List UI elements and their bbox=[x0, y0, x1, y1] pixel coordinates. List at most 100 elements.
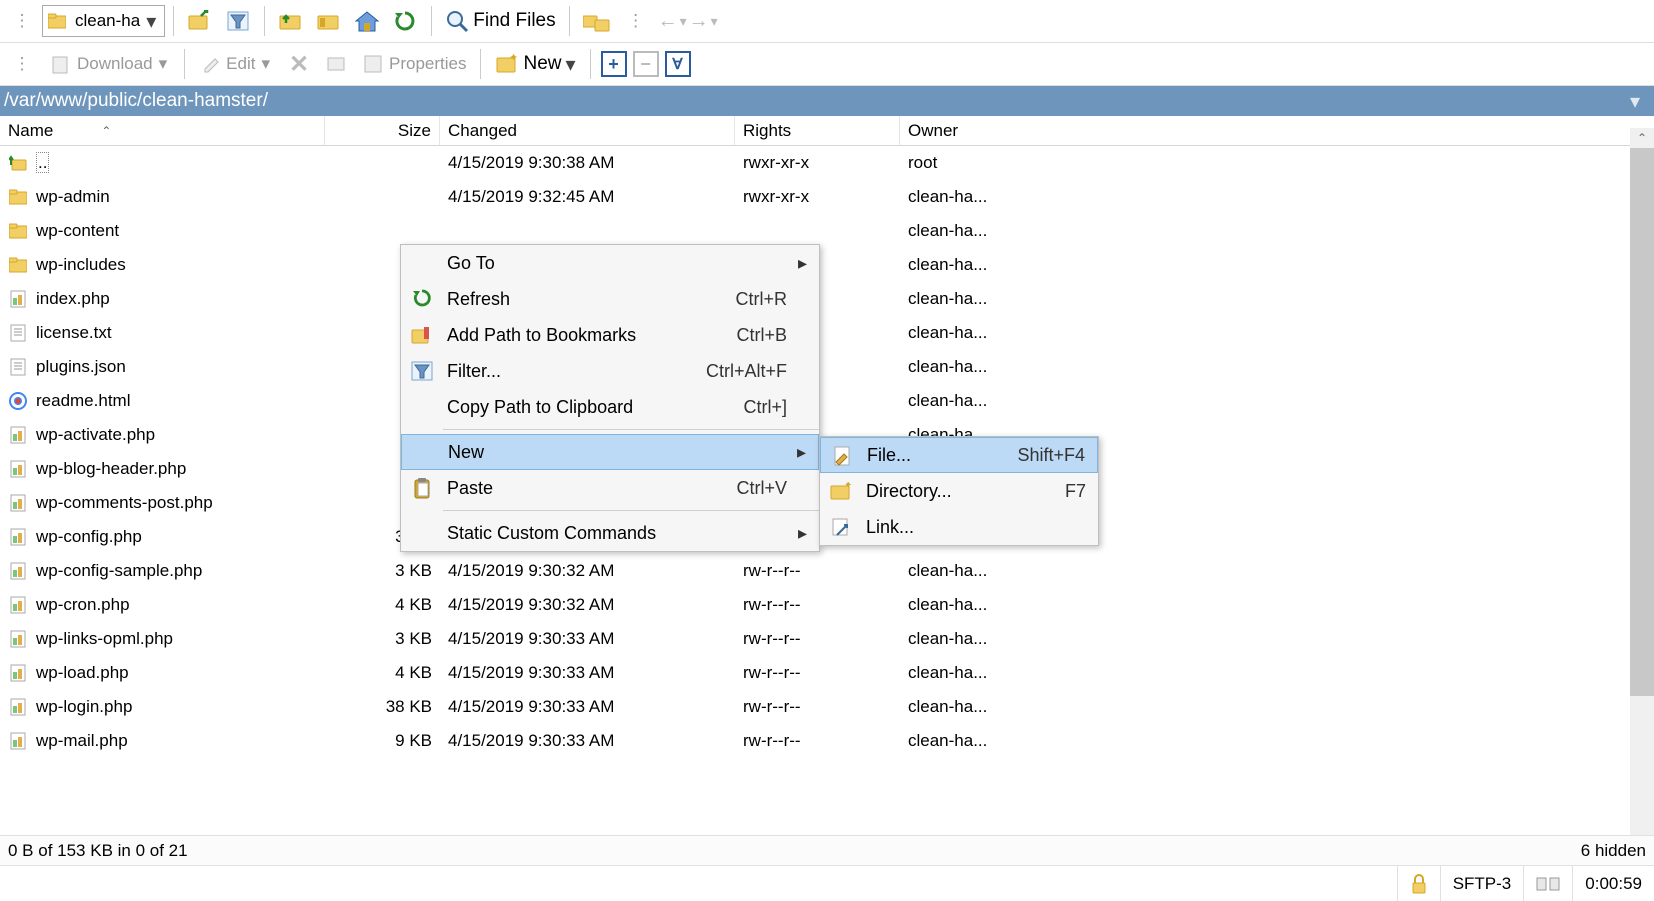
find-files-button[interactable]: Find Files bbox=[440, 3, 560, 39]
vertical-scrollbar[interactable]: ⌃ ⌄ bbox=[1630, 128, 1654, 853]
ctx-item-go-to[interactable]: Go To▸ bbox=[401, 245, 819, 281]
nav-back-button[interactable]: ← bbox=[656, 10, 680, 33]
file-rights: rw-r--r-- bbox=[735, 593, 900, 617]
ctx-item-filter[interactable]: Filter...Ctrl+Alt+F bbox=[401, 353, 819, 389]
column-size[interactable]: Size bbox=[325, 116, 440, 145]
ctx-item-shortcut: Ctrl+B bbox=[736, 325, 787, 346]
chevron-down-icon[interactable]: ▾ bbox=[1630, 89, 1640, 114]
file-name: wp-includes bbox=[36, 255, 126, 275]
column-name[interactable]: Name⌃ bbox=[0, 116, 325, 145]
column-rights[interactable]: Rights bbox=[735, 116, 900, 145]
new-button[interactable]: ✦ New ▾ bbox=[489, 46, 581, 82]
ctx-item-new[interactable]: New▸ bbox=[401, 434, 819, 470]
ctx-sub-item-label: File... bbox=[863, 445, 1001, 466]
nav-back-menu[interactable]: ▾ bbox=[680, 13, 687, 30]
file-row[interactable]: wp-cron.php4 KB4/15/2019 9:30:32 AMrw-r-… bbox=[0, 588, 1654, 622]
file-owner: clean-ha... bbox=[900, 185, 1460, 209]
chevron-down-icon[interactable]: ▾ bbox=[146, 9, 156, 34]
file-row[interactable]: plugins.jsonclean-ha... bbox=[0, 350, 1654, 384]
file-row[interactable]: readme.html8clean-ha... bbox=[0, 384, 1654, 418]
filter-folder-button[interactable] bbox=[220, 3, 256, 39]
scroll-up-button[interactable]: ⌃ bbox=[1630, 128, 1654, 148]
svg-text:✦: ✦ bbox=[844, 482, 852, 491]
file-row[interactable]: ..4/15/2019 9:30:38 AMrwxr-xr-xroot bbox=[0, 146, 1654, 180]
file-owner: clean-ha... bbox=[900, 593, 1460, 617]
file-type-icon bbox=[8, 323, 28, 343]
file-row[interactable]: wp-contentclean-ha... bbox=[0, 214, 1654, 248]
file-owner: root bbox=[900, 151, 1460, 175]
column-headers: Name⌃ Size Changed Rights Owner bbox=[0, 116, 1654, 146]
file-type-icon bbox=[8, 629, 28, 649]
new-folder-icon: ✦ bbox=[495, 54, 519, 74]
file-type-icon bbox=[8, 289, 28, 309]
file-size bbox=[325, 195, 440, 199]
file-rights: rw-r--r-- bbox=[735, 627, 900, 651]
connection-icon[interactable] bbox=[1523, 866, 1572, 901]
file-row[interactable]: wp-admin4/15/2019 9:32:45 AMrwxr-xr-xcle… bbox=[0, 180, 1654, 214]
ctx-sub-item-directory[interactable]: ✦Directory...F7 bbox=[820, 473, 1098, 509]
file-changed: 4/15/2019 9:30:33 AM bbox=[440, 695, 735, 719]
minus-button[interactable]: − bbox=[633, 51, 659, 77]
submenu-arrow-icon: ▸ bbox=[787, 253, 807, 274]
open-folder-button[interactable] bbox=[182, 3, 218, 39]
ctx-item-label: New bbox=[444, 442, 770, 463]
nav-forward-menu[interactable]: ▾ bbox=[711, 13, 718, 30]
delete-button[interactable]: ✕ bbox=[281, 46, 317, 82]
edit-button[interactable]: Edit ▾ bbox=[193, 46, 279, 82]
home-button[interactable] bbox=[349, 3, 385, 39]
edit-icon bbox=[202, 54, 222, 74]
ctx-sub-item-file[interactable]: File...Shift+F4 bbox=[820, 437, 1098, 473]
file-owner: clean-ha... bbox=[900, 627, 1460, 651]
column-changed[interactable]: Changed bbox=[440, 116, 735, 145]
column-owner[interactable]: Owner bbox=[900, 116, 1460, 145]
ctx-sub-item-link[interactable]: Link... bbox=[820, 509, 1098, 545]
folder-icon bbox=[47, 11, 67, 31]
rename-button[interactable] bbox=[319, 46, 355, 82]
ctx-item-refresh[interactable]: RefreshCtrl+R bbox=[401, 281, 819, 317]
search-icon bbox=[445, 9, 469, 33]
chevron-down-icon[interactable]: ▾ bbox=[566, 52, 576, 77]
nav-forward-button[interactable]: → bbox=[687, 10, 711, 33]
file-row[interactable]: wp-login.php38 KB4/15/2019 9:30:33 AMrw-… bbox=[0, 690, 1654, 724]
file-changed bbox=[440, 229, 735, 233]
scrollbar-thumb[interactable] bbox=[1630, 148, 1654, 696]
file-row[interactable]: license.txt20clean-ha... bbox=[0, 316, 1654, 350]
file-row[interactable]: wp-mail.php9 KB4/15/2019 9:30:33 AMrw-r-… bbox=[0, 724, 1654, 758]
ctx-item-label: Copy Path to Clipboard bbox=[443, 397, 727, 418]
path-bar[interactable]: /var/www/public/clean-hamster/ ▾ bbox=[0, 86, 1654, 116]
refresh-button[interactable] bbox=[387, 3, 423, 39]
scrollbar-track[interactable] bbox=[1630, 696, 1654, 833]
lock-indicator[interactable] bbox=[1397, 866, 1440, 901]
bookmark-icon bbox=[401, 325, 443, 345]
ctx-item-static-custom-commands[interactable]: Static Custom Commands▸ bbox=[401, 515, 819, 551]
divider bbox=[264, 6, 265, 36]
download-button[interactable]: Download ▾ bbox=[42, 46, 176, 82]
toggle-button[interactable]: ∀ bbox=[665, 51, 691, 77]
root-folder-button[interactable] bbox=[311, 3, 347, 39]
file-row[interactable]: wp-load.php4 KB4/15/2019 9:30:33 AMrw-r-… bbox=[0, 656, 1654, 690]
sort-asc-icon: ⌃ bbox=[101, 124, 111, 138]
plus-button[interactable]: + bbox=[601, 51, 627, 77]
file-row[interactable]: wp-links-opml.php3 KB4/15/2019 9:30:33 A… bbox=[0, 622, 1654, 656]
file-name: .. bbox=[36, 153, 49, 173]
ctx-item-paste[interactable]: PasteCtrl+V bbox=[401, 470, 819, 506]
edit-label: Edit bbox=[226, 54, 255, 74]
file-row[interactable]: wp-includesclean-ha... bbox=[0, 248, 1654, 282]
ctx-item-copy-path-to-clipboard[interactable]: Copy Path to ClipboardCtrl+] bbox=[401, 389, 819, 425]
sync-folders-button[interactable] bbox=[578, 3, 616, 39]
nav-history: ← ▾ → ▾ bbox=[656, 10, 718, 33]
file-row[interactable]: index.phpclean-ha... bbox=[0, 282, 1654, 316]
file-size: 38 KB bbox=[325, 695, 440, 719]
properties-button[interactable]: Properties bbox=[357, 46, 472, 82]
drag-handle-icon: ⋮ bbox=[4, 3, 40, 39]
file-owner: clean-ha... bbox=[900, 219, 1460, 243]
ctx-item-add-path-to-bookmarks[interactable]: Add Path to BookmarksCtrl+B bbox=[401, 317, 819, 353]
protocol-indicator[interactable]: SFTP-3 bbox=[1440, 866, 1524, 901]
parent-folder-button[interactable] bbox=[273, 3, 309, 39]
file-type-icon bbox=[8, 527, 28, 547]
current-folder-dropdown[interactable]: clean-ha ▾ bbox=[42, 5, 165, 37]
file-row[interactable]: wp-config-sample.php3 KB4/15/2019 9:30:3… bbox=[0, 554, 1654, 588]
file-owner: clean-ha... bbox=[900, 321, 1460, 345]
file-rights: rw-r--r-- bbox=[735, 695, 900, 719]
refresh-icon bbox=[401, 288, 443, 310]
